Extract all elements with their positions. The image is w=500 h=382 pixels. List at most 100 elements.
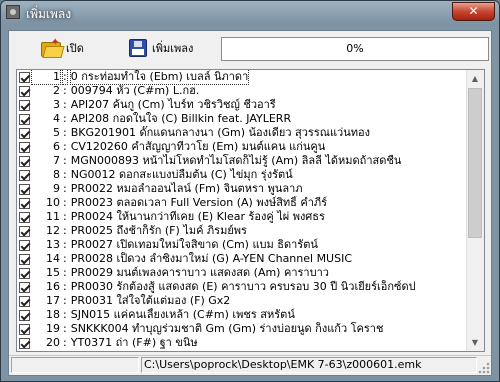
- checkbox[interactable]: [19, 267, 30, 279]
- checkbox[interactable]: [19, 71, 30, 83]
- checkbox[interactable]: [19, 281, 30, 293]
- list-item[interactable]: 11: PR0024 ให้นานกว่าที่เคย (E) Klear ร้อ…: [19, 210, 467, 224]
- list-item[interactable]: 14: PR0028 เป็ดวง ลำซิ่งมาใหม่ (G) A-YEN …: [19, 252, 467, 266]
- list-item[interactable]: 2:009794 หัว (C#m) L.กฮ.: [19, 84, 467, 98]
- song-title: SJN015 แค่คนเลี้ยงเหล้า (C#m) เพชร สหรัต…: [70, 308, 295, 321]
- checkbox[interactable]: [19, 127, 30, 139]
- list-item[interactable]: 17: PR0031 ใส่ใจใต้แต่มอง (F) Gx2: [19, 294, 467, 308]
- separator: :: [63, 336, 67, 349]
- song-number: 15: [46, 266, 60, 279]
- scrollbar-thumb[interactable]: [468, 88, 482, 238]
- song-number: 20: [46, 336, 60, 349]
- separator: :: [63, 112, 67, 125]
- list-item[interactable]: 7: MGN000893 หน้าไม่โหดทำไมโสดก็ไม่รู้ (A…: [19, 154, 467, 168]
- checkbox[interactable]: [19, 99, 30, 111]
- open-folder-icon: ✦: [41, 37, 65, 58]
- separator: :: [63, 322, 67, 335]
- song-number: 11: [46, 210, 60, 223]
- checkbox[interactable]: [19, 141, 30, 153]
- song-title: PR0028 เป็ดวง ลำซิ่งมาใหม่ (G) A-YEN Cha…: [70, 252, 353, 265]
- separator: :: [63, 126, 67, 139]
- checkbox[interactable]: [19, 169, 30, 181]
- checkbox[interactable]: [19, 337, 30, 349]
- list-item[interactable]: 6: CV120260 คำสัญญาที่วาโย (Em) มนต์แคน แ…: [19, 140, 467, 154]
- separator: :: [63, 182, 67, 195]
- checkbox[interactable]: [19, 309, 30, 321]
- list-item[interactable]: 10: PR0023 ตลอดเวลา Full Version (A) พงษ์…: [19, 196, 467, 210]
- song-title: 0 กระท่อมทำใจ (Ebm) เบลล์ นิภาดา: [69, 70, 250, 85]
- song-list[interactable]: 1:0 กระท่อมทำใจ (Ebm) เบลล์ นิภาดา 2:0097…: [16, 69, 485, 352]
- client-area: ✦ เปิด เพิ่มเพลง 0% 1:0 กระท่อมทำใจ (Ebm…: [8, 30, 492, 376]
- window-title: เพิ่มเพลง: [26, 7, 72, 21]
- checkbox[interactable]: [19, 113, 30, 125]
- song-list-rows: 1:0 กระท่อมทำใจ (Ebm) เบลล์ นิภาดา 2:0097…: [17, 70, 467, 350]
- separator: :: [63, 168, 67, 181]
- song-number: 2: [53, 84, 60, 97]
- song-number: 18: [46, 308, 60, 321]
- separator: :: [63, 154, 67, 167]
- list-item[interactable]: 8: NG0012 ดอกสะแบงบ่ลืมต้น (C) ไข่มุก รุ่…: [19, 168, 467, 182]
- song-number: 16: [46, 280, 60, 293]
- song-title: 009794 หัว (C#m) L.กฮ.: [70, 84, 200, 97]
- song-title: PR0031 ใส่ใจใต้แต่มอง (F) Gx2: [70, 294, 231, 307]
- checkbox[interactable]: [19, 211, 30, 223]
- checkbox[interactable]: [19, 197, 30, 209]
- song-title: PR0024 ให้นานกว่าที่เคย (E) Klear ร้องคู…: [70, 210, 325, 223]
- dialog-window: เพิ่มเพลง ✕ ✦ เปิด เพิ่มเพลง 0% 1:0 กระท…: [0, 0, 500, 382]
- progress-percent: 0%: [346, 42, 364, 55]
- separator: :: [63, 238, 67, 251]
- list-item[interactable]: 20: YT0371 ถ่า (F#) ฐา ขนิษ: [19, 336, 467, 350]
- song-number: 13: [46, 238, 60, 251]
- resize-grip-icon[interactable]: [478, 362, 490, 374]
- checkbox[interactable]: [19, 183, 30, 195]
- list-item[interactable]: 13: PR0027 เปิดเทอมใหม่ใจสิขาด (Cm) แบม ธ…: [19, 238, 467, 252]
- scroll-up-arrow-icon[interactable]: ▲: [467, 70, 483, 87]
- separator: :: [63, 224, 67, 237]
- checkbox[interactable]: [19, 239, 30, 251]
- separator: :: [63, 140, 67, 153]
- checkbox[interactable]: [19, 225, 30, 237]
- song-title: API208 กอดในใจ (C) Billkin feat. JAYLERR: [70, 112, 292, 125]
- scroll-down-arrow-icon[interactable]: ▼: [467, 334, 483, 351]
- checkbox[interactable]: [19, 85, 30, 97]
- song-title: NG0012 ดอกสะแบงบ่ลืมต้น (C) ไข่มุก รุ่งร…: [70, 168, 293, 181]
- list-item[interactable]: 16: PR0030 รักต้องสู้ แสดงสด (E) คาราบาว …: [19, 280, 467, 294]
- song-number: 12: [46, 224, 60, 237]
- song-number: 10: [46, 196, 60, 209]
- song-number: 17: [46, 294, 60, 307]
- status-bar: C:\Users\poprock\Desktop\EMK 7-63\z00060…: [9, 355, 491, 375]
- app-icon: [6, 5, 20, 19]
- add-songs-button-label: เพิ่มเพลง: [152, 42, 194, 55]
- open-button[interactable]: ✦ เปิด: [35, 35, 90, 61]
- song-number: 7: [53, 154, 60, 167]
- list-item[interactable]: 3: API207 ค้นกู (Cm) ไบร์ท วชิรวิชญ์ ชีวอ…: [19, 98, 467, 112]
- checkbox[interactable]: [19, 323, 30, 335]
- close-button[interactable]: ✕: [452, 2, 495, 21]
- list-item[interactable]: 15: PR0029 มนต์เพลงคาราบาว แสดงสด (Am) คา…: [19, 266, 467, 280]
- separator: :: [63, 308, 67, 321]
- checkbox[interactable]: [19, 253, 30, 265]
- list-item[interactable]: 12: PR0025 ถึงช้าก็รัก (F) ไมค์ ภิรมย์พร: [19, 224, 467, 238]
- vertical-scrollbar[interactable]: ▲ ▼: [466, 70, 484, 351]
- title-bar[interactable]: เพิ่มเพลง ✕: [1, 1, 499, 25]
- list-item[interactable]: 1:0 กระท่อมทำใจ (Ebm) เบลล์ นิภาดา: [19, 70, 467, 85]
- song-title: API207 ค้นกู (Cm) ไบร์ท วชิรวิชญ์ ชีวอาร…: [70, 98, 276, 111]
- list-item[interactable]: 4: API208 กอดในใจ (C) Billkin feat. JAYLE…: [19, 112, 467, 126]
- song-title: SNKKK004 ทำบุญร่วมชาติ Gm (Gm) ร่างบ่อยน…: [70, 322, 384, 335]
- song-number: 19: [46, 322, 60, 335]
- list-item[interactable]: 18: SJN015 แค่คนเลี้ยงเหล้า (C#m) เพชร สห…: [19, 308, 467, 322]
- song-title: YT0371 ถ่า (F#) ฐา ขนิษ: [70, 336, 198, 349]
- song-number: 9: [53, 182, 60, 195]
- list-item[interactable]: 9: PR0022 หมอลำออนไลน์ (Fm) จินตหรา พูนลา…: [19, 182, 467, 196]
- list-item[interactable]: 5: BKG201901 ดั๊กแดนกลางนา (Gm) น้องเดียว…: [19, 126, 467, 140]
- song-number: 14: [46, 252, 60, 265]
- list-item[interactable]: 19: SNKKK004 ทำบุญร่วมชาติ Gm (Gm) ร่างบ่…: [19, 322, 467, 336]
- song-number: 1: [31, 70, 61, 85]
- checkbox[interactable]: [19, 295, 30, 307]
- add-songs-button[interactable]: เพิ่มเพลง: [123, 35, 199, 61]
- separator: :: [63, 210, 67, 223]
- song-number: 6: [53, 140, 60, 153]
- song-title: PR0022 หมอลำออนไลน์ (Fm) จินตหรา พูนลาภ: [70, 182, 303, 195]
- separator: :: [63, 98, 67, 111]
- checkbox[interactable]: [19, 155, 30, 167]
